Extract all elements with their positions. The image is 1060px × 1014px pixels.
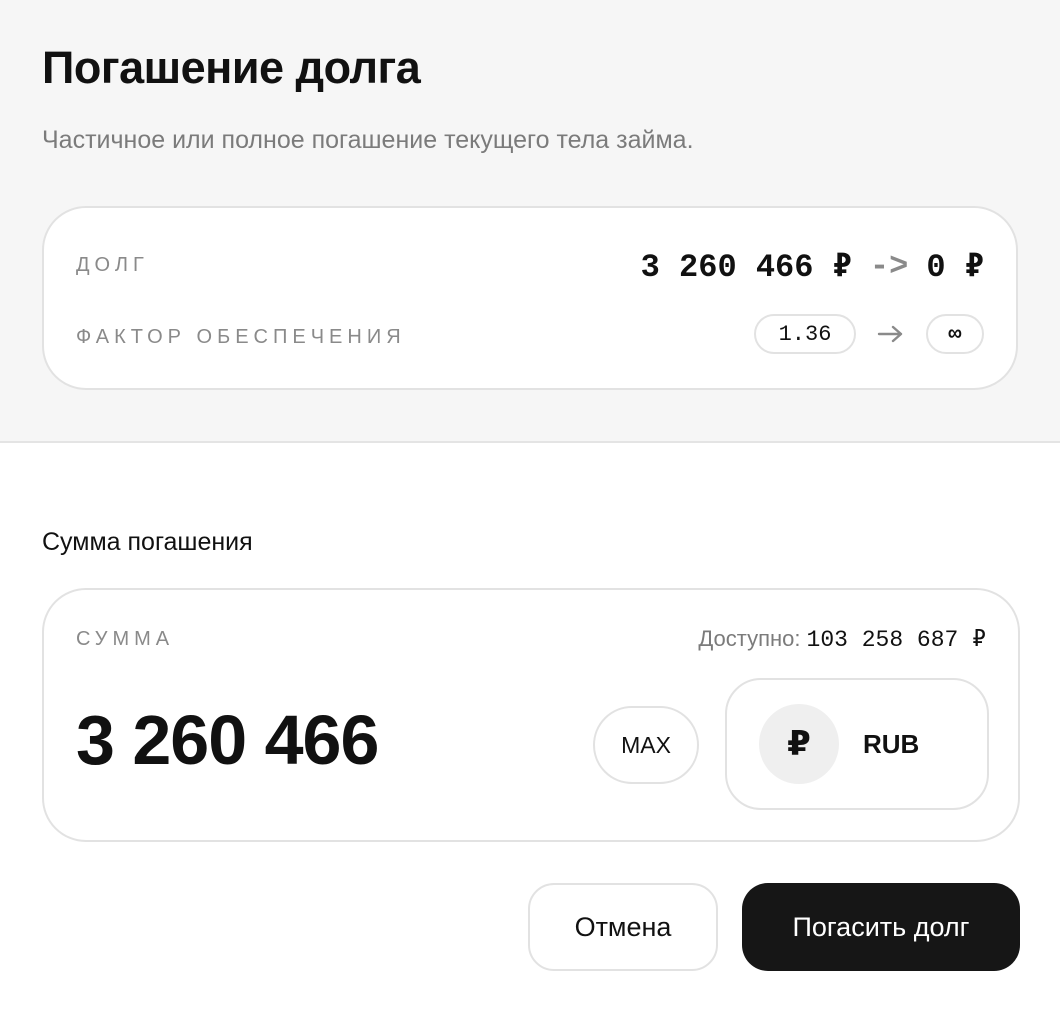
max-button[interactable]: MAX xyxy=(593,706,699,784)
page-subtitle: Частичное или полное погашение текущего … xyxy=(42,126,694,154)
amount-input[interactable] xyxy=(76,700,576,780)
header-section: Погашение долга Частичное или полное пог… xyxy=(0,0,1060,443)
available-balance: Доступно: 103 258 687 ₽ xyxy=(698,626,986,653)
available-label: Доступно: xyxy=(698,626,801,651)
factor-current-pill: 1.36 xyxy=(754,314,856,354)
factor-after-pill: ∞ xyxy=(926,314,984,354)
available-value: 103 258 687 ₽ xyxy=(806,627,986,653)
currency-selector[interactable]: ₽ RUB xyxy=(725,678,989,810)
debt-arrow: -> xyxy=(869,247,909,285)
debt-after-value: 0 ₽ xyxy=(926,249,984,286)
ruble-icon: ₽ xyxy=(759,704,839,784)
page-title: Погашение долга xyxy=(42,42,421,93)
currency-code: RUB xyxy=(863,728,920,759)
collateral-factor-values: 1.36 ∞ xyxy=(754,314,984,354)
debt-current-value: 3 260 466 ₽ xyxy=(640,249,852,286)
debt-values: 3 260 466 ₽ -> 0 ₽ xyxy=(640,246,984,287)
arrow-right-icon xyxy=(856,324,926,344)
repay-debt-button[interactable]: Погасить долг xyxy=(742,883,1020,971)
debt-label: ДОЛГ xyxy=(76,254,149,276)
repayment-amount-card: СУММА Доступно: 103 258 687 ₽ MAX ₽ RUB xyxy=(42,588,1020,842)
amount-label: СУММА xyxy=(76,628,175,650)
repayment-section-label: Сумма погашения xyxy=(42,528,253,556)
collateral-factor-label: ФАКТОР ОБЕСПЕЧЕНИЯ xyxy=(76,326,406,348)
debt-summary-card: ДОЛГ 3 260 466 ₽ -> 0 ₽ ФАКТОР ОБЕСПЕЧЕН… xyxy=(42,206,1018,390)
cancel-button[interactable]: Отмена xyxy=(528,883,718,971)
